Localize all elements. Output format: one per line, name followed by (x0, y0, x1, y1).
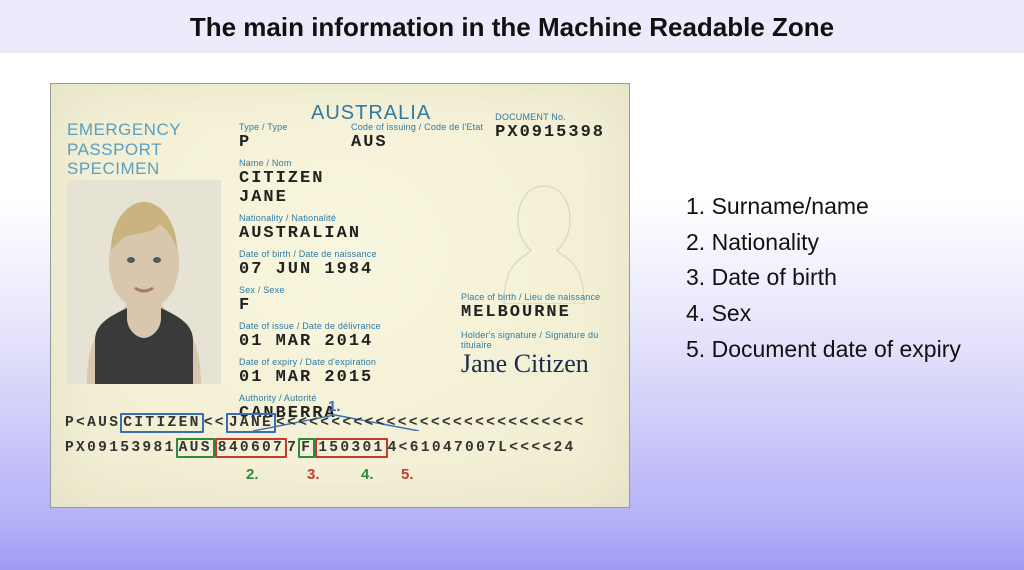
holder-photo (67, 180, 221, 384)
field-label-issue: Date of issue / Date de délivrance (239, 321, 381, 331)
passport-card: AUSTRALIA EMERGENCY PASSPORT SPECIMEN DO… (50, 83, 630, 508)
legend-item: 2. Nationality (686, 225, 961, 261)
legend-text: Document date of expiry (712, 336, 961, 362)
specimen-line: EMERGENCY (67, 120, 181, 140)
field-value-code: AUS (351, 133, 483, 152)
callout-1: 1. (328, 398, 341, 415)
legend-text: Date of birth (712, 264, 837, 290)
mrz-l1-surname: CITIZEN (120, 413, 203, 433)
fields-column: Type / Type P Code of issuing / Code de … (239, 122, 381, 429)
field-value-issue: 01 MAR 2014 (239, 332, 381, 351)
field-label-dob: Date of birth / Date de naissance (239, 249, 381, 259)
field-value-dob: 07 JUN 1984 (239, 260, 381, 279)
callout-5: 5. (401, 466, 414, 483)
content-row: AUSTRALIA EMERGENCY PASSPORT SPECIMEN DO… (0, 53, 1024, 508)
field-value-sex: F (239, 296, 381, 315)
legend-text: Nationality (712, 229, 819, 255)
legend-item: 1. Surname/name (686, 189, 961, 225)
legend-item: 5. Document date of expiry (686, 332, 961, 368)
place-of-birth-block: Place of birth / Lieu de naissance MELBO… (461, 292, 600, 322)
holder-signature: Jane Citizen (461, 349, 629, 379)
legend-number: 4. (686, 300, 705, 326)
callout-4: 4. (361, 466, 374, 483)
specimen-mark: EMERGENCY PASSPORT SPECIMEN (67, 120, 181, 179)
legend-number: 3. (686, 264, 705, 290)
mrz-l2-exp: 150301 (315, 438, 387, 458)
page-title: The main information in the Machine Read… (0, 12, 1024, 43)
legend-text: Surname/name (712, 193, 869, 219)
mrz-l2-dobck: 7 (287, 440, 298, 456)
mrz-line-2: PX09153981AUS8406077F1503014<61047007L<<… (65, 436, 615, 461)
mrz-l2-pre: PX09153981 (65, 440, 176, 456)
person-icon (67, 180, 221, 384)
field-label-expiry: Date of expiry / Date d'expiration (239, 357, 381, 367)
field-label-signature: Holder's signature / Signature du titula… (461, 330, 629, 350)
field-label-nationality: Nationality / Nationalité (239, 213, 381, 223)
specimen-line: SPECIMEN (67, 159, 181, 179)
mrz-l2-tail: 4<61047007L<<<<24 (388, 440, 576, 456)
mrz-l1-sep: << (204, 415, 226, 431)
person-outline-icon (489, 164, 599, 304)
mrz-l2-sex: F (298, 438, 315, 458)
field-value-pob: MELBOURNE (461, 303, 600, 322)
legend-number: 5. (686, 336, 705, 362)
document-number-value: PX0915398 (495, 123, 605, 142)
legend-item: 4. Sex (686, 296, 961, 332)
legend-text: Sex (712, 300, 752, 326)
mrz-zone: P<AUSCITIZEN<<JANE<<<<<<<<<<<<<<<<<<<<<<… (65, 411, 615, 461)
mrz-line-1: P<AUSCITIZEN<<JANE<<<<<<<<<<<<<<<<<<<<<<… (65, 411, 615, 436)
field-label-sex: Sex / Sexe (239, 285, 381, 295)
specimen-line: PASSPORT (67, 140, 181, 160)
document-number-label: DOCUMENT No. (495, 112, 605, 122)
field-label-name: Name / Nom (239, 158, 381, 168)
legend-number: 2. (686, 229, 705, 255)
field-value-nationality: AUSTRALIAN (239, 224, 381, 243)
field-label-code: Code of issuing / Code de l'Etat (351, 122, 483, 132)
mrz-l1-fill: <<<<<<<<<<<<<<<<<<<<<<<<<<<< (276, 415, 586, 431)
callout-3: 3. (307, 466, 320, 483)
legend-item: 3. Date of birth (686, 260, 961, 296)
title-bar: The main information in the Machine Read… (0, 0, 1024, 53)
document-number-block: DOCUMENT No. PX0915398 (495, 112, 605, 142)
mrz-l1-pre: P<AUS (65, 415, 120, 431)
ghost-photo (489, 164, 599, 304)
mrz-l2-dob: 840607 (215, 438, 287, 458)
legend: 1. Surname/name 2. Nationality 3. Date o… (686, 189, 961, 508)
field-value-expiry: 01 MAR 2015 (239, 368, 381, 387)
signature-block: Holder's signature / Signature du titula… (461, 330, 629, 381)
mrz-l2-nat: AUS (176, 438, 215, 458)
field-value-given: JANE (239, 188, 381, 207)
field-label-authority: Authority / Autorité (239, 393, 381, 403)
field-label-pob: Place of birth / Lieu de naissance (461, 292, 600, 302)
legend-number: 1. (686, 193, 705, 219)
field-value-surname: CITIZEN (239, 169, 381, 188)
callout-2: 2. (246, 466, 259, 483)
mrz-l1-given: JANE (226, 413, 276, 433)
